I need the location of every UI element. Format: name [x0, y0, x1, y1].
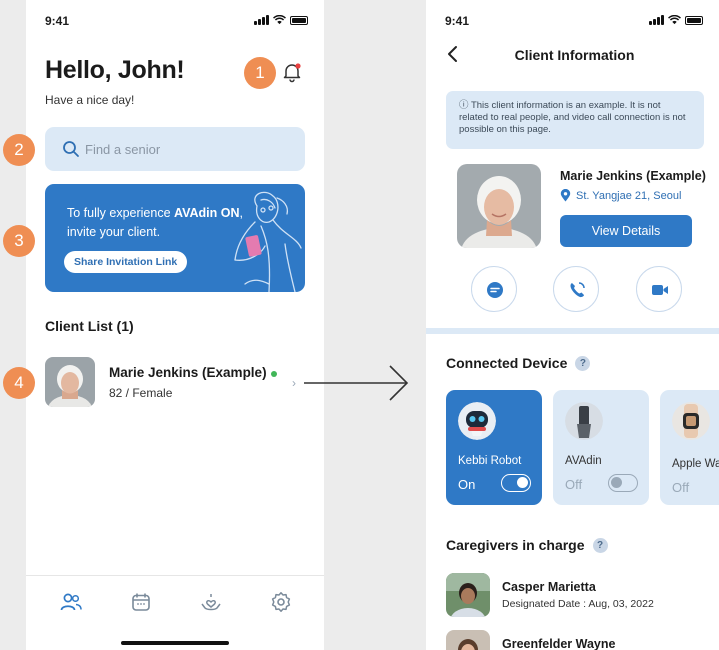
- marker-4: 4: [3, 367, 35, 399]
- marker-2: 2: [3, 134, 35, 166]
- status-time: 9:41: [45, 14, 70, 28]
- status-bar: 9:41: [26, 14, 324, 30]
- people-icon[interactable]: [59, 590, 83, 614]
- marker-1: 1: [244, 57, 276, 89]
- video-icon: [652, 285, 668, 295]
- phone-call-button[interactable]: [553, 266, 599, 312]
- caregivers-title: Caregivers in charge ?: [446, 537, 608, 553]
- home-screen: 9:41 Hello, John! Have a nice day! To fu…: [26, 0, 324, 650]
- chat-icon: [487, 282, 503, 298]
- phone-icon: [570, 282, 585, 298]
- canvas: 9:41 Hello, John! Have a nice day! To fu…: [0, 0, 719, 650]
- caregiver-item[interactable]: Casper Marietta Designated Date : Aug, 0…: [446, 573, 716, 617]
- invite-banner: To fully experience AVAdin ON, invite yo…: [45, 184, 305, 292]
- online-status-dot: [271, 371, 277, 377]
- greeting-title: Hello, John!: [45, 56, 185, 84]
- battery-icon: [290, 15, 308, 25]
- caregivers-title-text: Caregivers in charge: [446, 537, 585, 553]
- signal-icon: [649, 15, 664, 25]
- greeting-subtitle: Have a nice day!: [45, 93, 135, 107]
- example-notice: ⓘ This client information is an example.…: [446, 91, 704, 149]
- section-divider: [426, 328, 719, 334]
- client-list-item[interactable]: Marie Jenkins (Example) 82 / Female ›: [45, 355, 305, 411]
- client-location-text: St. Yangjae 21, Seoul: [576, 189, 682, 202]
- wifi-icon: [668, 15, 681, 25]
- location-pin-icon: [560, 189, 571, 202]
- connected-device-title: Connected Device ?: [446, 355, 591, 371]
- device-name: Apple Wa: [672, 458, 719, 470]
- device-toggle[interactable]: [608, 474, 638, 492]
- help-icon[interactable]: ?: [592, 537, 608, 553]
- device-name: AVAdin: [565, 455, 602, 467]
- caregiver-avatar: [446, 630, 490, 650]
- tablet-stand-icon: [565, 402, 603, 440]
- client-information-screen: 9:41 Client Information ⓘ This client in…: [426, 0, 719, 650]
- device-state: Off: [565, 477, 583, 492]
- caregiver-avatar: [446, 573, 490, 617]
- client-name: Marie Jenkins (Example): [560, 169, 706, 183]
- device-state: Off: [672, 480, 690, 495]
- device-toggle[interactable]: [501, 474, 531, 492]
- view-details-button[interactable]: View Details: [560, 215, 692, 247]
- device-name: Kebbi Robot: [458, 455, 522, 467]
- wifi-icon: [273, 15, 286, 25]
- help-icon[interactable]: ?: [575, 355, 591, 371]
- chat-button[interactable]: [471, 266, 517, 312]
- system-icons: [649, 15, 703, 25]
- video-call-button[interactable]: [636, 266, 682, 312]
- watch-icon: [672, 402, 710, 440]
- marker-3: 3: [3, 225, 35, 257]
- notification-bell-icon[interactable]: [281, 61, 303, 83]
- signal-icon: [254, 15, 269, 25]
- client-meta: 82 / Female: [109, 386, 173, 400]
- page-title: Client Information: [514, 47, 635, 63]
- caregiver-name: Greenfelder Wayne: [502, 637, 616, 650]
- settings-icon[interactable]: [269, 590, 293, 614]
- chevron-right-icon: ›: [292, 376, 296, 390]
- battery-icon: [685, 15, 703, 25]
- search-icon: [63, 141, 79, 157]
- caregiver-item[interactable]: Greenfelder Wayne: [446, 630, 716, 650]
- banner-line2: invite your client.: [67, 225, 161, 239]
- robot-icon: [458, 402, 496, 440]
- home-indicator: [121, 641, 229, 645]
- client-name: Marie Jenkins (Example): [109, 365, 267, 380]
- woman-with-phone-illustration: [234, 191, 302, 292]
- flow-arrow-icon: [304, 365, 409, 401]
- system-icons: [254, 15, 308, 25]
- status-bar: 9:41: [426, 14, 719, 30]
- search-bar[interactable]: [45, 127, 305, 171]
- connected-device-title-text: Connected Device: [446, 355, 568, 371]
- device-card-avadin[interactable]: AVAdin Off: [553, 390, 649, 505]
- banner-line1-prefix: To fully experience: [67, 206, 175, 220]
- client-location: St. Yangjae 21, Seoul: [560, 189, 681, 202]
- device-state: On: [458, 477, 476, 492]
- calendar-icon[interactable]: [129, 590, 153, 614]
- client-avatar: [45, 357, 95, 407]
- device-card-kebbi[interactable]: Kebbi Robot On: [446, 390, 542, 505]
- device-card-apple-watch[interactable]: Apple Wa Off: [660, 390, 719, 505]
- bottom-tab-bar: [26, 575, 324, 650]
- share-invitation-button[interactable]: Share Invitation Link: [64, 251, 188, 273]
- client-photo: [457, 164, 541, 248]
- client-list-title: Client List (1): [45, 318, 134, 334]
- search-input[interactable]: [85, 137, 285, 161]
- status-time: 9:41: [445, 14, 470, 28]
- care-icon[interactable]: [199, 590, 223, 614]
- caregiver-name: Casper Marietta: [502, 580, 596, 594]
- caregiver-designated-date: Designated Date : Aug, 03, 2022: [502, 598, 654, 610]
